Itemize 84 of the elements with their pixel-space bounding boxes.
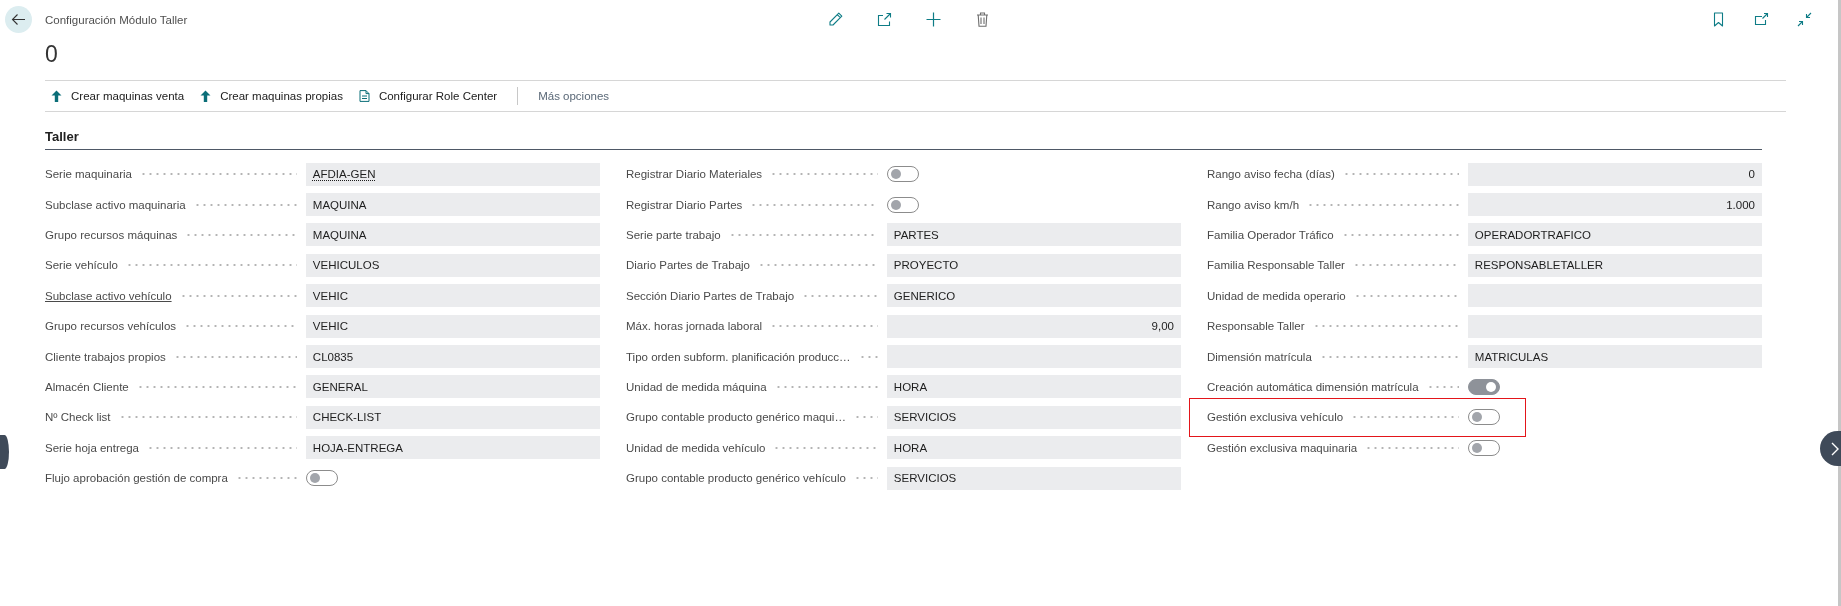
arrow-left-icon	[11, 12, 26, 27]
text-field[interactable]: HOJA-ENTREGA	[305, 436, 600, 460]
text-field[interactable]: GENERAL	[305, 375, 600, 399]
field-label: Dimensión matrícula	[1207, 350, 1312, 363]
text-field[interactable]: AFDIA-GEN	[305, 162, 600, 186]
toggle-switch[interactable]	[1467, 439, 1500, 456]
text-field[interactable]: PARTES	[886, 223, 1181, 247]
field-label: Grupo contable producto genérico maqui…	[626, 411, 846, 424]
field-label: Unidad de medida operario	[1207, 289, 1346, 302]
text-field[interactable]: GENERICO	[886, 284, 1181, 308]
action-button[interactable]: Crear maquinas venta	[45, 87, 191, 105]
text-field[interactable]: MAQUINA	[305, 223, 600, 247]
trash-icon[interactable]	[974, 12, 990, 27]
text-field[interactable]: HORA	[886, 375, 1181, 399]
page-title: Configuración Módulo Taller	[45, 13, 188, 26]
field-label: Familia Responsable Taller	[1207, 259, 1345, 272]
field-label: Unidad de medida máquina	[626, 380, 767, 393]
pencil-icon[interactable]	[827, 12, 843, 27]
field-label: Familia Operador Tráfico	[1207, 228, 1334, 241]
collapse-icon[interactable]	[1797, 12, 1812, 27]
field-label: Grupo contable producto genérico vehículo	[626, 472, 846, 485]
document-icon	[358, 90, 370, 102]
text-field[interactable]: CL0835	[305, 345, 600, 369]
field-label: Serie hoja entrega	[45, 441, 139, 454]
share-icon[interactable]	[876, 12, 892, 27]
pop-out-icon[interactable]	[1754, 12, 1769, 27]
text-field[interactable]: MAQUINA	[305, 193, 600, 217]
next-button[interactable]	[1820, 431, 1841, 466]
toggle-switch[interactable]	[886, 166, 919, 183]
field-label: Grupo recursos máquinas	[45, 228, 178, 241]
chevron-right-icon	[1831, 441, 1840, 456]
section-title: Taller	[45, 128, 79, 145]
text-field[interactable]: VEHIC	[305, 284, 600, 308]
field-label: Cliente trabajos propios	[45, 350, 166, 363]
field-label: Flujo aprobación gestión de compra	[45, 472, 228, 485]
arrow-up-icon	[200, 90, 212, 102]
previous-button[interactable]	[0, 435, 9, 469]
more-options-button[interactable]: Más opciones	[534, 87, 614, 105]
back-button[interactable]	[5, 6, 32, 33]
field-label: Sección Diario Partes de Trabajo	[626, 289, 795, 302]
action-button[interactable]: Crear maquinas propias	[194, 87, 349, 105]
toggle-switch[interactable]	[1467, 378, 1500, 395]
field-label: Grupo recursos vehículos	[45, 320, 177, 333]
text-field[interactable]: SERVICIOS	[886, 405, 1181, 429]
plus-icon[interactable]	[925, 12, 941, 27]
record-number: 0	[45, 40, 58, 68]
field-label: Unidad de medida vehículo	[626, 441, 766, 454]
field-label: Responsable Taller	[1207, 320, 1305, 333]
text-field[interactable]: RESPONSABLETALLER	[1467, 253, 1762, 277]
field-label: Registrar Diario Materiales	[626, 168, 763, 181]
field-label: Serie vehículo	[45, 259, 118, 272]
field-label: Nº Check list	[45, 411, 111, 424]
field-label: Registrar Diario Partes	[626, 198, 743, 211]
field-label: Serie parte trabajo	[626, 228, 721, 241]
field-label: Diario Partes de Trabajo	[626, 259, 750, 272]
text-field[interactable]: SERVICIOS	[886, 466, 1181, 490]
toggle-switch[interactable]	[305, 470, 338, 487]
field-label: Rango aviso km/h	[1207, 198, 1300, 211]
toggle-switch[interactable]	[1467, 409, 1500, 426]
text-field[interactable]: PROYECTO	[886, 253, 1181, 277]
action-button[interactable]: Configurar Role Center	[352, 87, 504, 105]
toggle-switch[interactable]	[886, 196, 919, 213]
field-label: Tipo orden subform. planificación producc…	[626, 350, 851, 363]
arrow-up-icon	[51, 90, 62, 102]
number-field[interactable]: 1.000	[1467, 193, 1762, 217]
field-label: Máx. horas jornada laboral	[626, 320, 763, 333]
field-label: Creación automática dimensión matrícula	[1207, 380, 1419, 393]
text-field[interactable]: OPERADORTRAFICO	[1467, 223, 1762, 247]
number-field[interactable]: 9,00	[886, 314, 1181, 338]
text-field[interactable]: MATRICULAS	[1467, 345, 1762, 369]
field-label: Subclase activo maquinaria	[45, 198, 186, 211]
text-field[interactable]: CHECK-LIST	[305, 405, 600, 429]
text-field[interactable]: VEHICULOS	[305, 253, 600, 277]
field-label: Almacén Cliente	[45, 380, 129, 393]
field-label: Gestión exclusiva maquinaria	[1207, 441, 1358, 454]
field-label: Rango aviso fecha (días)	[1207, 168, 1335, 181]
field-label: Gestión exclusiva vehículo	[1207, 411, 1344, 424]
field-label: Subclase activo vehículo	[45, 289, 172, 302]
text-field[interactable]: VEHIC	[305, 314, 600, 338]
text-field[interactable]: HORA	[886, 436, 1181, 460]
field-label: Serie maquinaria	[45, 168, 132, 181]
scrollbar[interactable]	[1838, 0, 1841, 606]
number-field[interactable]: 0	[1467, 162, 1762, 186]
bookmark-icon[interactable]	[1711, 12, 1726, 27]
